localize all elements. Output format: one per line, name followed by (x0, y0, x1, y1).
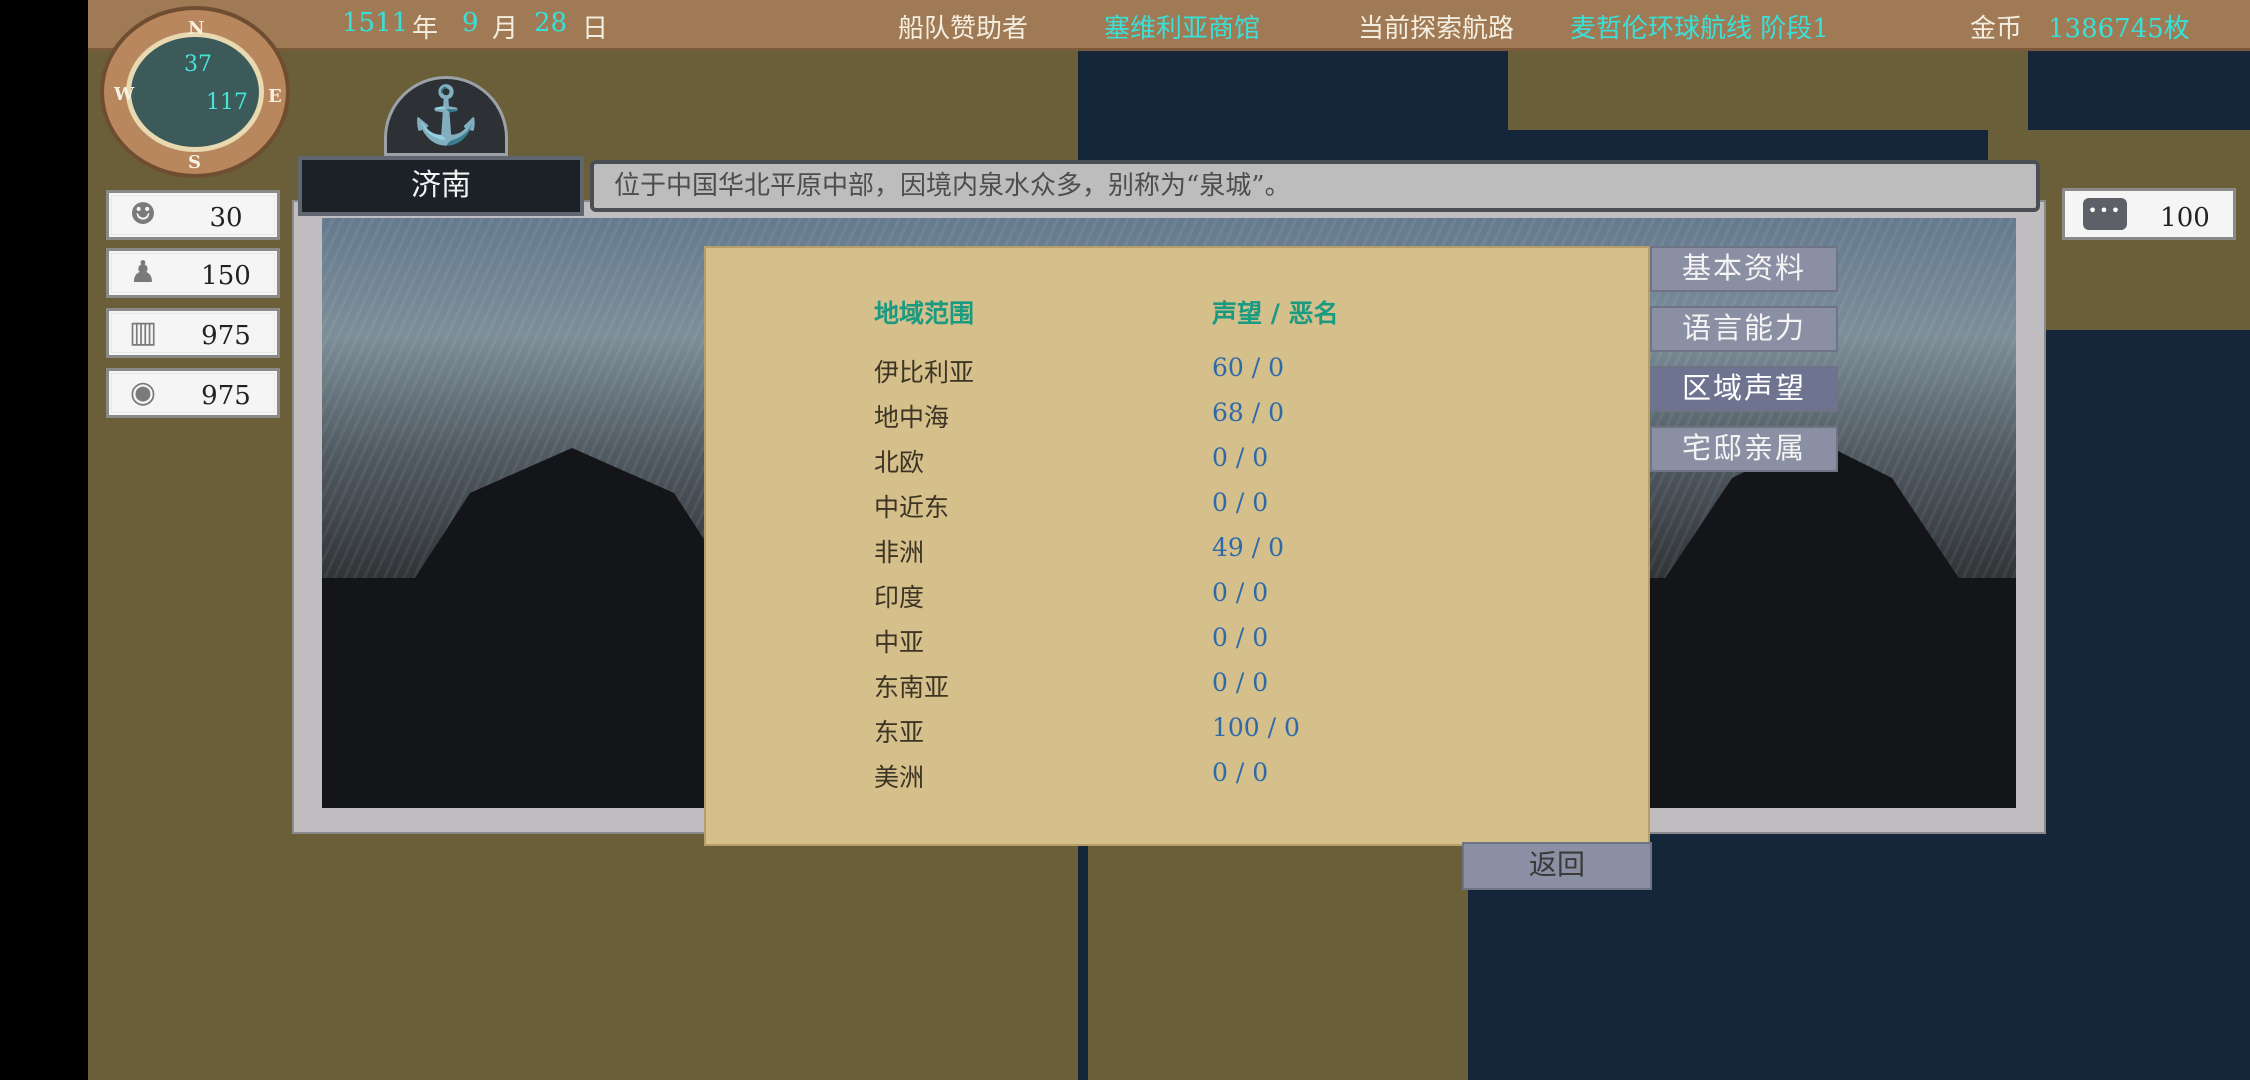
city-name: 济南 (298, 156, 584, 216)
gold-label: 金币 (1970, 14, 2023, 44)
date-year: 1511 (342, 8, 409, 38)
barrel-icon: ▥ (128, 315, 158, 350)
compass-value-top: 37 (184, 52, 212, 77)
chat-count: 100 (2160, 203, 2210, 233)
route-label: 当前探索航路 (1358, 14, 1515, 44)
reputation-row: 中近东 0 / 0 (706, 488, 1652, 528)
stat-crew: ♟ 150 (106, 248, 280, 298)
reputation-row: 地中海 68 / 0 (706, 398, 1652, 438)
reputation-panel: 地域范围 声望 / 恶名 伊比利亚 60 / 0 地中海 68 / 0 北欧 0… (704, 246, 1650, 846)
reputation-row: 伊比利亚 60 / 0 (706, 353, 1652, 393)
region-name: 印度 (874, 583, 925, 612)
date-day-unit: 日 (582, 14, 609, 44)
tab-language[interactable]: 语言能力 (1650, 306, 1838, 352)
chat-icon: ••• (2083, 198, 2127, 230)
region-value: 60 / 0 (1212, 353, 1285, 382)
region-name: 地中海 (874, 403, 950, 432)
reputation-row: 美洲 0 / 0 (706, 758, 1652, 798)
reputation-row: 印度 0 / 0 (706, 578, 1652, 618)
compass-west: W (114, 84, 135, 105)
region-value: 0 / 0 (1212, 668, 1269, 697)
date-month: 9 (462, 8, 479, 38)
stat-food: ◉ 975 (106, 368, 280, 418)
region-name: 东亚 (874, 718, 925, 747)
tab-basic-info[interactable]: 基本资料 (1650, 246, 1838, 292)
tab-residence-relatives[interactable]: 宅邸亲属 (1650, 426, 1838, 472)
reputation-row: 中亚 0 / 0 (706, 623, 1652, 663)
city-description: 位于中国华北平原中部，因境内泉水众多，别称为“泉城”。 (590, 160, 2040, 212)
land-area (1088, 820, 1468, 1080)
top-status-bar: 1511 年 9 月 28 日 船队赞助者 塞维利亚商馆 当前探索航路 麦哲伦环… (88, 0, 2250, 51)
route-value: 麦哲伦环球航线 阶段1 (1570, 14, 1829, 44)
tab-regional-reputation[interactable]: 区域声望 (1650, 366, 1838, 412)
stat-sailors: ☻ 30 (106, 190, 280, 240)
region-name: 美洲 (874, 763, 925, 792)
land-area (1508, 40, 2028, 130)
sponsor-value: 塞维利亚商馆 (1104, 14, 1261, 44)
region-name: 中近东 (874, 493, 950, 522)
stat-supplies: ▥ 975 (106, 308, 280, 358)
chat-counter[interactable]: ••• 100 (2062, 188, 2236, 240)
region-name: 伊比利亚 (874, 358, 975, 387)
date-year-unit: 年 (412, 14, 439, 44)
person-icon: ♟ (129, 255, 157, 290)
reputation-row: 东亚 100 / 0 (706, 713, 1652, 753)
date-month-unit: 月 (492, 14, 519, 44)
compass-value-bottom: 117 (206, 90, 248, 115)
compass-icon[interactable]: N S W E 37 117 (100, 6, 290, 178)
stat-supplies-value: 975 (201, 321, 251, 351)
back-button[interactable]: 返回 (1462, 842, 1652, 890)
region-value: 0 / 0 (1212, 578, 1269, 607)
region-value: 0 / 0 (1212, 758, 1269, 787)
food-icon: ◉ (129, 375, 157, 410)
region-value: 0 / 0 (1212, 488, 1269, 517)
header-region: 地域范围 (874, 299, 975, 328)
region-value: 100 / 0 (1212, 713, 1300, 742)
reputation-row: 北欧 0 / 0 (706, 443, 1652, 483)
region-value: 0 / 0 (1212, 623, 1269, 652)
date-day: 28 (534, 8, 568, 38)
region-name: 东南亚 (874, 673, 950, 702)
region-name: 中亚 (874, 628, 925, 657)
stat-food-value: 975 (201, 381, 251, 411)
compass-east: E (268, 86, 282, 107)
region-name: 北欧 (874, 448, 925, 477)
region-name: 非洲 (874, 538, 925, 567)
stat-crew-value: 150 (201, 261, 251, 291)
region-value: 0 / 0 (1212, 443, 1269, 472)
header-reputation: 声望 / 恶名 (1212, 299, 1339, 328)
gold-value: 1386745枚 (2048, 14, 2190, 44)
region-value: 68 / 0 (1212, 398, 1285, 427)
stat-sailors-value: 30 (209, 203, 243, 233)
compass-north: N (188, 18, 205, 39)
sponsor-label: 船队赞助者 (898, 14, 1029, 44)
reputation-row: 非洲 49 / 0 (706, 533, 1652, 573)
compass-south: S (188, 152, 201, 173)
reputation-row: 东南亚 0 / 0 (706, 668, 1652, 708)
region-value: 49 / 0 (1212, 533, 1285, 562)
sailor-icon: ☻ (129, 197, 157, 232)
building-silhouette (402, 448, 742, 598)
